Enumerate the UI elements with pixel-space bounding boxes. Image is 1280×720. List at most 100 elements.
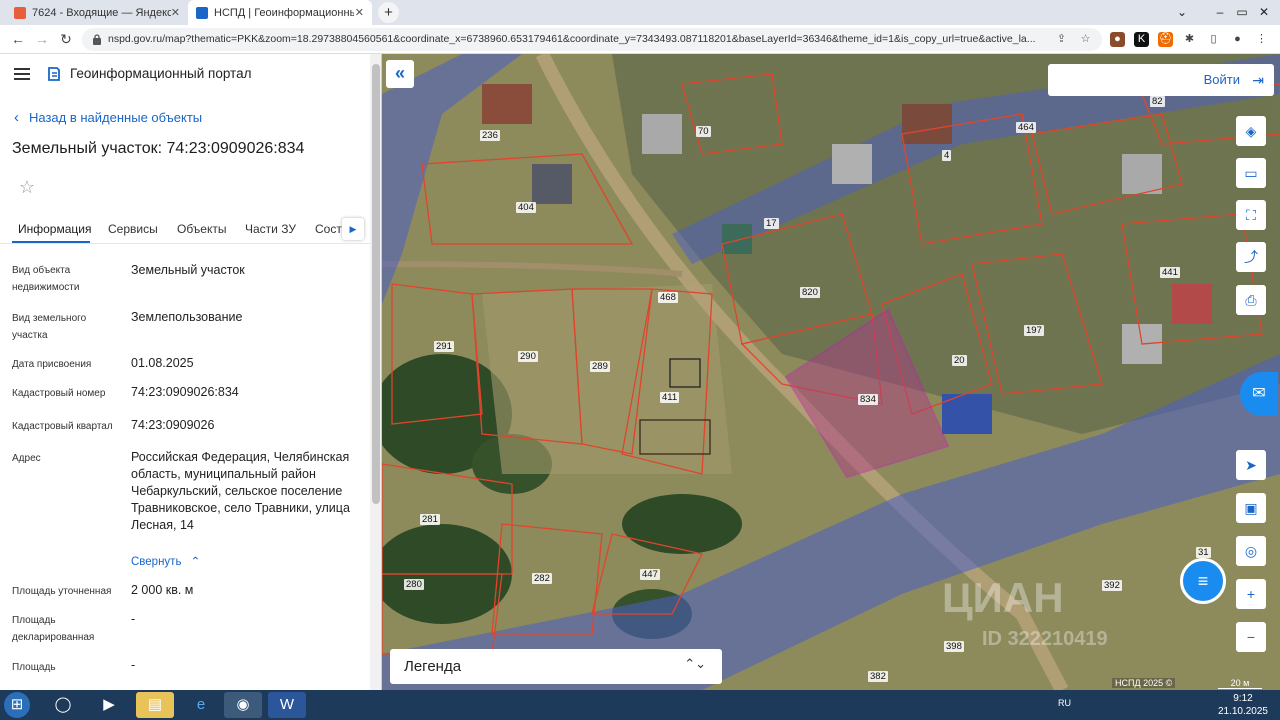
browser-tab-mail[interactable]: 7624 - Входящие — Яндекс Почта ✕ xyxy=(6,0,188,25)
minimap-icon[interactable]: ▣ xyxy=(1236,493,1266,523)
parcel-label[interactable]: 280 xyxy=(404,579,424,590)
word-icon[interactable]: W xyxy=(268,692,306,718)
parcel-label[interactable]: 382 xyxy=(868,671,888,682)
favorite-star-icon[interactable]: ☆ xyxy=(12,172,42,202)
parcel-label[interactable]: 82 xyxy=(1150,96,1165,107)
login-icon: ⇥ xyxy=(1252,72,1264,88)
share-icon[interactable]: ⤴ xyxy=(1236,242,1266,272)
tabs-next-arrow-icon[interactable]: ▶ xyxy=(342,218,364,240)
hamburger-menu-icon[interactable] xyxy=(14,68,30,80)
prop-label-parcel-type: Вид земельного участка xyxy=(12,313,87,341)
prop-value-cadastral-number: 74:23:0909026:834 xyxy=(131,385,239,399)
zoom-out-icon[interactable]: − xyxy=(1236,622,1266,652)
prop-value-parcel-type: Землепользование xyxy=(131,310,243,324)
back-arrow-icon[interactable]: ← xyxy=(8,29,28,49)
parcel-label[interactable]: 468 xyxy=(658,292,678,303)
map-view[interactable]: 236 404 70 464 82 4 17 820 468 291 290 2… xyxy=(382,54,1280,690)
parcel-label[interactable]: 289 xyxy=(590,361,610,372)
share-icon[interactable]: ⇪ xyxy=(1054,32,1069,47)
parcel-label[interactable]: 820 xyxy=(800,287,820,298)
tab-objects[interactable]: Объекты xyxy=(177,222,227,236)
browser-toolbar: ← → ↻ nspd.gov.ru/map?thematic=PKK&zoom=… xyxy=(0,25,1280,54)
parcel-label[interactable]: 70 xyxy=(696,126,711,137)
area-select-icon[interactable]: ⛶ xyxy=(1236,200,1266,230)
tab-services[interactable]: Сервисы xyxy=(108,222,158,236)
parcel-label[interactable]: 281 xyxy=(420,514,440,525)
keyboard-language[interactable]: RU xyxy=(1058,698,1071,708)
parcel-label[interactable]: 404 xyxy=(516,202,536,213)
prop-value-area-specified: 2 000 кв. м xyxy=(131,583,194,597)
windows-start-icon[interactable]: ⊞ xyxy=(4,692,30,718)
parcel-label[interactable]: 291 xyxy=(434,341,454,352)
parcel-label[interactable]: 441 xyxy=(1160,267,1180,278)
layers-icon[interactable]: ◈ xyxy=(1236,116,1266,146)
new-tab-button[interactable]: + xyxy=(378,2,399,23)
tab-label: НСПД | Геоинформационный портал xyxy=(214,6,354,19)
window-close-icon[interactable]: ✕ xyxy=(1244,0,1280,25)
close-icon[interactable]: ✕ xyxy=(355,6,364,19)
ruler-icon[interactable]: ▭ xyxy=(1236,158,1266,188)
parcel-label[interactable]: 282 xyxy=(532,573,552,584)
legend-dropdown[interactable]: Легенда ⌃⌄ xyxy=(390,649,722,684)
reload-icon[interactable]: ↻ xyxy=(56,29,76,49)
back-to-results-link[interactable]: ‹ Назад в найденные объекты xyxy=(14,109,202,126)
print-icon[interactable]: ⎙ xyxy=(1236,285,1266,315)
chevron-up-icon: ⌃ xyxy=(190,556,201,568)
media-player-icon[interactable]: ▶ xyxy=(90,692,128,718)
target-location-icon[interactable]: ◎ xyxy=(1236,536,1266,566)
extension-icon[interactable]: ● xyxy=(1110,32,1125,47)
prop-value-cadastral-quarter: 74:23:0909026 xyxy=(131,418,215,432)
collapse-panel-button[interactable]: « xyxy=(386,60,414,88)
profile-icon[interactable]: ● xyxy=(1230,32,1245,47)
geolocation-icon[interactable]: ➤ xyxy=(1236,450,1266,480)
back-link-label: Назад в найденные объекты xyxy=(29,110,203,125)
sidebar-icon[interactable]: ▯ xyxy=(1206,32,1221,47)
parcel-label-selected[interactable]: 834 xyxy=(858,394,878,405)
tab-information[interactable]: Информация xyxy=(18,222,91,236)
clock-date: 21.10.2025 xyxy=(1217,706,1268,717)
parcel-label[interactable]: 236 xyxy=(480,130,500,141)
prop-label-area-declared: Площадь декларированная xyxy=(12,615,95,643)
parcel-label[interactable]: 392 xyxy=(1102,580,1122,591)
puzzle-icon[interactable]: ✱ xyxy=(1182,32,1197,47)
extension-icon[interactable]: ⛑ xyxy=(1158,32,1173,47)
parcel-label[interactable]: 31 xyxy=(1196,547,1211,558)
chat-side-icon[interactable]: ✉ xyxy=(1240,372,1278,416)
tab-search-icon[interactable]: ⌄ xyxy=(1162,0,1202,25)
parcel-label[interactable]: 20 xyxy=(952,355,967,366)
parcel-label[interactable]: 464 xyxy=(1016,122,1036,133)
satellite-map-image xyxy=(382,54,1280,690)
alice-assistant-icon[interactable]: ◯ xyxy=(44,692,82,718)
zoom-in-icon[interactable]: + xyxy=(1236,579,1266,609)
prop-label-date: Дата присвоения xyxy=(12,359,92,370)
panel-scrollbar[interactable] xyxy=(370,54,381,690)
address-bar[interactable]: nspd.gov.ru/map?thematic=PKK&zoom=18.297… xyxy=(82,28,1102,51)
file-explorer-icon[interactable]: ▤ xyxy=(136,692,174,718)
os-taskbar: ⊞ ◯ ▶ ▤ e ◉ W RU 9:12 21.10.2025 xyxy=(0,690,1280,720)
chrome-icon[interactable]: ◉ xyxy=(224,692,262,718)
legend-label: Легенда xyxy=(404,658,462,675)
tab-parts[interactable]: Части ЗУ xyxy=(245,222,296,236)
k-extension-icon[interactable]: K xyxy=(1134,32,1149,47)
parcel-label[interactable]: 197 xyxy=(1024,325,1044,336)
chevron-left-icon: ‹ xyxy=(14,109,19,126)
parcel-label[interactable]: 290 xyxy=(518,351,538,362)
browser-tab-nspd[interactable]: НСПД | Геоинформационный портал ✕ xyxy=(188,0,372,25)
parcel-label[interactable]: 411 xyxy=(660,392,680,403)
system-clock[interactable]: 9:12 21.10.2025 xyxy=(1218,692,1268,718)
bookmark-star-icon[interactable]: ☆ xyxy=(1078,32,1093,47)
parcel-label[interactable]: 17 xyxy=(764,218,779,229)
info-tabs: Информация Сервисы Объекты Части ЗУ Сост… xyxy=(0,214,370,244)
collapse-address-link[interactable]: Свернуть ⌃ xyxy=(131,554,200,568)
chat-button[interactable]: ≡ xyxy=(1180,558,1226,604)
close-icon[interactable]: ✕ xyxy=(171,6,180,19)
menu-dots-icon[interactable]: ⋮ xyxy=(1254,32,1269,47)
browser-tab-bar: 7624 - Входящие — Яндекс Почта ✕ НСПД | … xyxy=(0,0,1280,25)
login-button[interactable]: Войти ⇥ xyxy=(1048,64,1274,96)
parcel-label[interactable]: 398 xyxy=(944,641,964,652)
parcel-label[interactable]: 4 xyxy=(942,150,952,161)
scrollbar-thumb[interactable] xyxy=(372,64,380,504)
forward-arrow-icon[interactable]: → xyxy=(32,29,52,49)
internet-explorer-icon[interactable]: e xyxy=(182,692,220,718)
parcel-label[interactable]: 447 xyxy=(640,569,660,580)
